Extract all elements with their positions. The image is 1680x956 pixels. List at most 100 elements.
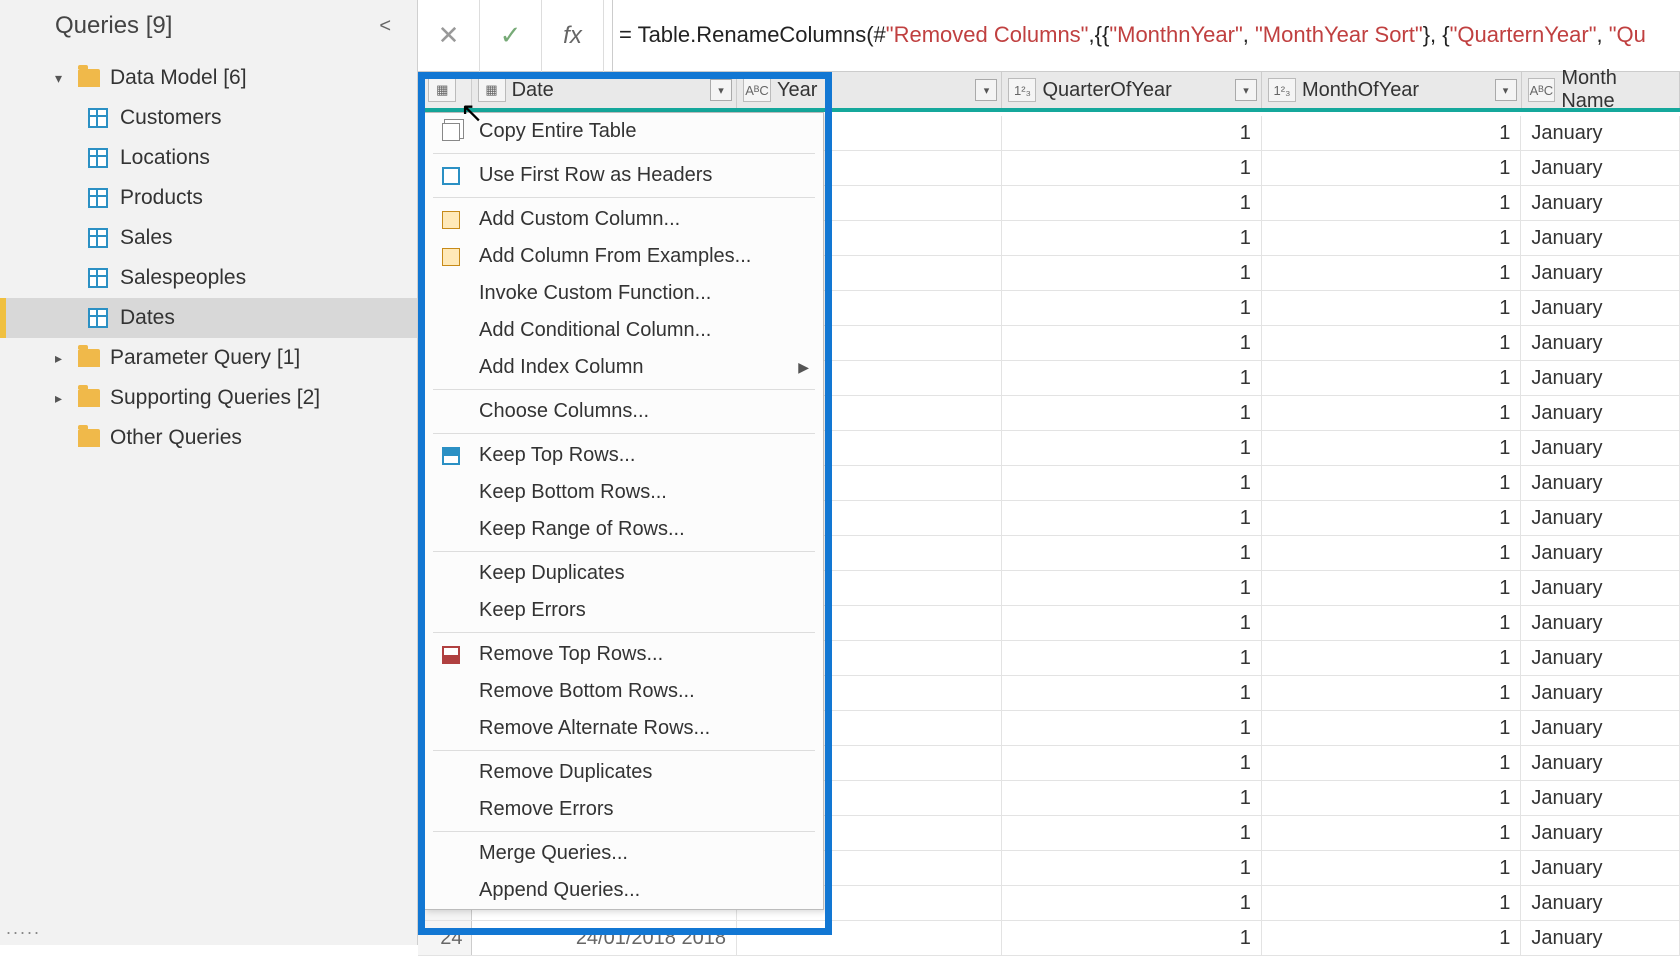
menu-item[interactable]: Keep Bottom Rows... [425,474,823,511]
menu-item[interactable]: Add Column From Examples... [425,238,823,275]
cell-monthofyear: 1 [1262,781,1522,815]
formula-bar: ✕ ✓ fx = Table.RenameColumns(#"Removed C… [418,0,1680,72]
menu-item[interactable]: Append Queries... [425,872,823,909]
menu-item-label: Keep Bottom Rows... [479,481,667,504]
table-context-menu: Copy Entire Table Use First Row as Header… [424,112,824,910]
number-type-icon: 1²₃ [1268,78,1296,102]
filter-dropdown-icon[interactable]: ▾ [710,79,732,101]
table-icon [88,108,108,128]
submenu-arrow-icon: ▶ [798,359,809,376]
cell-month-name: January [1521,851,1680,885]
filter-dropdown-icon[interactable]: ▾ [1235,79,1257,101]
menu-item[interactable]: Choose Columns... [425,393,823,430]
cell-monthofyear: 1 [1262,676,1522,710]
item-label: Salespeoples [120,266,246,290]
menu-item[interactable]: Keep Range of Rows... [425,511,823,548]
menu-item[interactable]: Invoke Custom Function... [425,275,823,312]
group-other-queries[interactable]: Other Queries [0,418,417,458]
query-customers[interactable]: Customers [0,98,417,138]
query-products[interactable]: Products [0,178,417,218]
cell-monthofyear: 1 [1262,571,1522,605]
query-salespeoples[interactable]: Salespeoples [0,258,417,298]
cell-month-name: January [1521,501,1680,535]
query-sales[interactable]: Sales [0,218,417,258]
cell-month-name: January [1521,606,1680,640]
filter-dropdown-icon[interactable]: ▾ [1495,79,1517,101]
formula-text[interactable]: = Table.RenameColumns(#"Removed Columns"… [613,22,1646,49]
grid-headers: ▦ ▦ Date ▾ AᴮC Year ▾ 1²₃ QuarterOfYear … [418,72,1680,112]
cell-month-name: January [1521,676,1680,710]
cell-monthofyear: 1 [1262,396,1522,430]
column-header-monthofyear[interactable]: 1²₃ MonthOfYear ▾ [1262,72,1522,108]
formula-part: }, { [1423,22,1450,47]
column-header-year[interactable]: AᴮC Year ▾ [737,72,1002,108]
column-header-month-name[interactable]: AᴮC Month Name [1522,72,1680,108]
cell-quarterofyear: 1 [1002,361,1262,395]
column-header-date[interactable]: ▦ Date ▾ [472,72,737,108]
cell-monthofyear: 1 [1262,151,1522,185]
queries-panel: Queries [9] < ▾ Data Model [6] Customers… [0,0,418,945]
menu-item[interactable]: Keep Errors [425,592,823,629]
cell-monthofyear: 1 [1262,606,1522,640]
menu-item-label: Append Queries... [479,879,640,902]
item-label: Sales [120,226,173,250]
cancel-formula-button[interactable]: ✕ [418,0,480,72]
column-header-quarterofyear[interactable]: 1²₃ QuarterOfYear ▾ [1002,72,1262,108]
menu-item-label: Remove Bottom Rows... [479,680,695,703]
menu-separator [433,389,815,390]
cell-month-name: January [1521,571,1680,605]
cell-quarterofyear: 1 [1002,186,1262,220]
table-corner-button[interactable]: ▦ [418,72,472,108]
cell-quarterofyear: 1 [1002,431,1262,465]
cell-quarterofyear: 1 [1002,221,1262,255]
table-icon [88,228,108,248]
item-label: Customers [120,106,222,130]
group-parameter-query[interactable]: ▸ Parameter Query [1] [0,338,417,378]
menu-item[interactable]: Remove Duplicates [425,754,823,791]
table-icon [439,164,463,188]
folder-icon [78,389,100,407]
menu-item[interactable]: Add Conditional Column... [425,312,823,349]
cell-month-name: January [1521,746,1680,780]
menu-item[interactable]: Copy Entire Table [425,113,823,150]
cell-quarterofyear: 1 [1002,256,1262,290]
formula-str: "MonthnYear" [1109,22,1242,47]
chevron-right-icon: ▸ [55,390,62,407]
query-dates[interactable]: Dates [0,298,417,338]
keep-rows-icon [439,444,463,468]
query-locations[interactable]: Locations [0,138,417,178]
table-row[interactable]: 2424/01/2018 201811January [418,921,1680,956]
cell-quarterofyear: 1 [1002,746,1262,780]
menu-item[interactable]: Add Index Column▶ [425,349,823,386]
cell-monthofyear: 1 [1262,501,1522,535]
menu-item[interactable]: Keep Top Rows... [425,437,823,474]
menu-item[interactable]: Remove Bottom Rows... [425,673,823,710]
folder-icon [78,349,100,367]
filter-dropdown-icon[interactable]: ▾ [975,79,997,101]
add-column-examples-icon [439,245,463,269]
column-label: Month Name [1561,67,1675,113]
menu-separator [433,632,815,633]
collapse-panel-icon[interactable]: < [371,11,399,42]
cell-monthofyear: 1 [1262,536,1522,570]
cell-quarterofyear: 1 [1002,676,1262,710]
cell-month-name: January [1521,781,1680,815]
menu-item[interactable]: Remove Alternate Rows... [425,710,823,747]
menu-item-label: Add Custom Column... [479,208,680,231]
menu-item[interactable]: Use First Row as Headers [425,157,823,194]
cell-monthofyear: 1 [1262,186,1522,220]
cell-monthofyear: 1 [1262,711,1522,745]
menu-item[interactable]: Add Custom Column... [425,201,823,238]
fx-button[interactable]: fx [542,0,604,72]
menu-item[interactable]: Remove Errors [425,791,823,828]
menu-item[interactable]: Remove Top Rows... [425,636,823,673]
cell-month-name: January [1521,711,1680,745]
cell-month-name: January [1521,816,1680,850]
cell-month-name: January [1521,186,1680,220]
queries-header: Queries [9] < [0,0,417,52]
group-supporting-queries[interactable]: ▸ Supporting Queries [2] [0,378,417,418]
menu-item[interactable]: Keep Duplicates [425,555,823,592]
accept-formula-button[interactable]: ✓ [480,0,542,72]
menu-item[interactable]: Merge Queries... [425,835,823,872]
group-data-model[interactable]: ▾ Data Model [6] [0,58,417,98]
